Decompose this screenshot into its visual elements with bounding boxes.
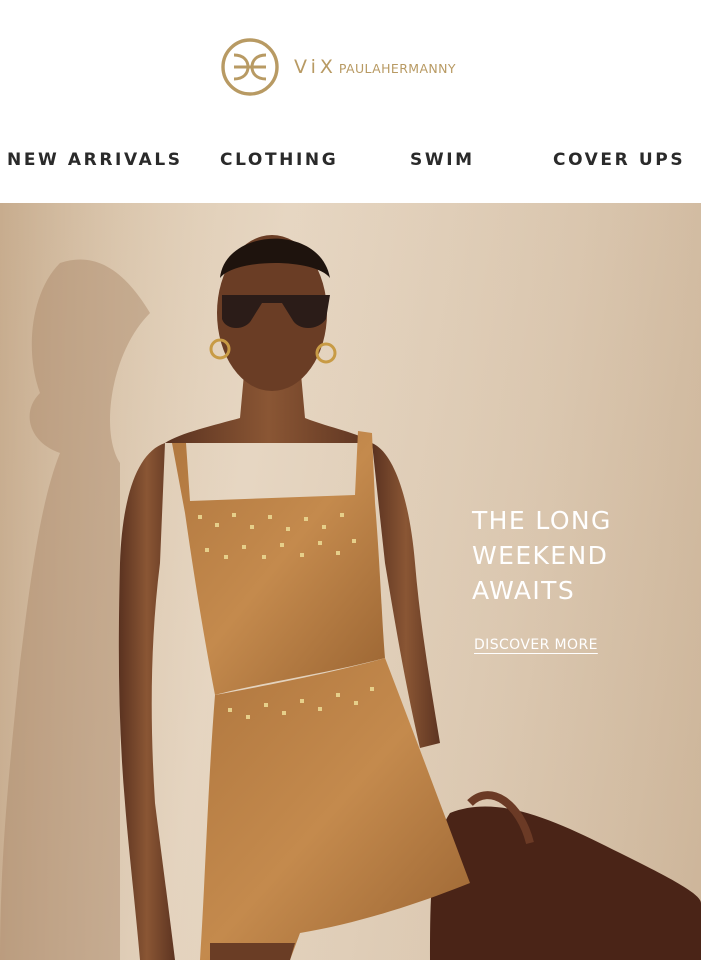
brand-wordmark: ViX PAULAHERMANNY [294, 56, 456, 78]
hero-banner[interactable]: THE LONG WEEKEND AWAITS DISCOVER MORE [0, 203, 701, 960]
hero-headline: THE LONG WEEKEND AWAITS [472, 506, 612, 605]
nav-swim[interactable]: SWIM [410, 150, 475, 170]
main-navigation: NEW ARRIVALS CLOTHING SWIM COVER UPS [0, 150, 720, 180]
right-margin [701, 203, 720, 960]
nav-clothing[interactable]: CLOTHING [220, 150, 338, 170]
nav-new-arrivals[interactable]: NEW ARRIVALS [7, 150, 183, 170]
brand-emblem-icon [221, 38, 279, 96]
email-header: ViX PAULAHERMANNY [0, 0, 720, 132]
brand-name-designer: PAULAHERMANNY [338, 61, 456, 76]
brand-name-vix: ViX [294, 56, 337, 78]
discover-more-link[interactable]: DISCOVER MORE [474, 637, 598, 653]
brand-logo-link[interactable]: ViX PAULAHERMANNY [220, 36, 456, 98]
nav-cover-ups[interactable]: COVER UPS [553, 150, 685, 170]
